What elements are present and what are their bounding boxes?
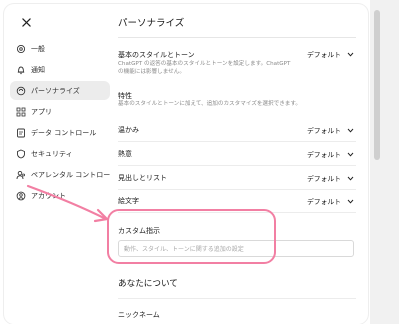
trait-warmth-dropdown[interactable]: デフォルト [307, 125, 354, 135]
close-button[interactable] [18, 14, 34, 30]
sidebar-item-label: アプリ [31, 107, 52, 116]
sidebar-item-label: ペアレンタル コントロー... [31, 170, 110, 179]
sidebar-item-label: アカウント [31, 191, 66, 200]
trait-warmth-label: 温かみ [118, 126, 139, 134]
sidebar-item-account[interactable]: アカウント [10, 186, 110, 205]
bell-icon [16, 65, 26, 75]
page-title: パーソナライズ [118, 18, 185, 29]
close-icon [21, 17, 31, 27]
input-placeholder: 動作、スタイル、トーンに関する追加の設定 [124, 246, 244, 253]
sidebar-item-label: 一般 [31, 44, 45, 53]
chevron-down-icon [347, 128, 354, 133]
chevron-down-icon [347, 176, 354, 181]
divider [118, 141, 356, 142]
dropdown-value: デフォルト [307, 51, 341, 59]
screenshot-frame: 一般 通知 パーソナライズ アプリ データ コントロール セキュリティ ペアレン… [0, 0, 399, 324]
sidebar-item-label: データ コントロール [31, 128, 97, 137]
base-style-dropdown[interactable]: デフォルト [307, 49, 354, 59]
sidebar-item-data-controls[interactable]: データ コントロール [10, 123, 110, 142]
apps-grid-icon [16, 107, 26, 117]
divider [118, 212, 356, 213]
sidebar-item-label: セキュリティ [31, 149, 73, 158]
settings-dialog: 一般 通知 パーソナライズ アプリ データ コントロール セキュリティ ペアレン… [4, 4, 368, 324]
data-control-icon [16, 128, 26, 138]
dropdown-value: デフォルト [307, 198, 341, 206]
trait-emoji-dropdown[interactable]: デフォルト [307, 196, 354, 206]
about-you-title: あなたについて [118, 279, 178, 289]
divider [118, 37, 356, 38]
scrollbar-thumb[interactable] [374, 10, 380, 160]
trait-emoji-label: 絵文字 [118, 197, 139, 205]
sidebar-item-parental-controls[interactable]: ペアレンタル コントロー... [10, 165, 110, 184]
chevron-down-icon [347, 52, 354, 57]
trait-headings-lists-dropdown[interactable]: デフォルト [307, 173, 354, 183]
sidebar-item-general[interactable]: 一般 [10, 39, 110, 58]
trait-headings-lists-label: 見出しとリスト [118, 174, 167, 182]
chevron-down-icon [347, 152, 354, 157]
account-icon [16, 191, 26, 201]
custom-instructions-input[interactable]: 動作、スタイル、トーンに関する追加の設定 [118, 240, 354, 257]
personalize-icon [16, 86, 26, 96]
sidebar-item-label: パーソナライズ [31, 86, 80, 95]
dropdown-value: デフォルト [307, 151, 341, 159]
sidebar-item-notifications[interactable]: 通知 [10, 60, 110, 79]
trait-enthusiasm-dropdown[interactable]: デフォルト [307, 149, 354, 159]
sidebar-item-apps[interactable]: アプリ [10, 102, 110, 121]
divider [118, 189, 356, 190]
settings-sidebar: 一般 通知 パーソナライズ アプリ データ コントロール セキュリティ ペアレン… [10, 39, 110, 207]
custom-instructions-label: カスタム指示 [118, 227, 160, 235]
parental-icon [16, 170, 26, 180]
trait-enthusiasm-label: 熱意 [118, 150, 132, 158]
sidebar-item-personalization[interactable]: パーソナライズ [10, 81, 110, 100]
dropdown-value: デフォルト [307, 127, 341, 135]
gear-icon [16, 44, 26, 54]
shield-icon [16, 149, 26, 159]
chevron-down-icon [347, 199, 354, 204]
nickname-label: ニックネーム [118, 311, 160, 319]
base-style-label: 基本のスタイルとトーン [118, 51, 195, 59]
dropdown-value: デフォルト [307, 175, 341, 183]
sidebar-item-label: 通知 [31, 65, 45, 74]
base-style-description: ChatGPT の返答の基本のスタイルとトーンを設定します。ChatGPT の機… [118, 61, 291, 75]
divider [118, 165, 356, 166]
characteristics-description: 基本のスタイルとトーンに加えて、追加のカスタマイズを選択できます。 [118, 101, 302, 107]
sidebar-item-security[interactable]: セキュリティ [10, 144, 110, 163]
divider [118, 298, 356, 299]
